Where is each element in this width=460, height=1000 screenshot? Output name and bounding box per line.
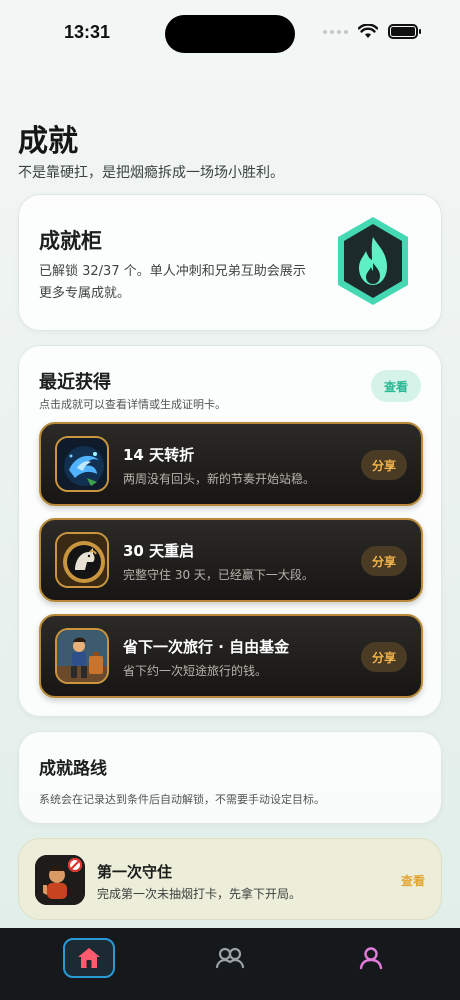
- share-button[interactable]: 分享: [361, 450, 407, 480]
- achievement-title: 30 天重启: [123, 542, 195, 560]
- signal-icon: [323, 29, 348, 34]
- recent-achievements-card: 最近获得 点击成就可以查看详情或生成证明卡。 查看 14 天转折 两周没有回头，…: [18, 345, 442, 717]
- achievement-description: 完整守住 30 天，已经赢下一大段。: [123, 568, 314, 582]
- share-button[interactable]: 分享: [361, 642, 407, 672]
- first-guard-view-button[interactable]: 查看: [401, 872, 425, 889]
- achievement-item-first-guard[interactable]: 第一次守住 完成第一次未抽烟打卡，先拿下开局。 查看: [18, 838, 442, 920]
- achievement-route-card: 成就路线 系统会在记录达到条件后自动解锁，不需要手动设定目标。: [18, 731, 442, 824]
- achievement-item-travel-fund[interactable]: 省下一次旅行 · 自由基金 省下约一次短途旅行的钱。 分享: [39, 614, 423, 698]
- blue-wave-badge-icon: [55, 436, 109, 492]
- tab-profile[interactable]: [345, 938, 397, 978]
- wifi-icon: [358, 24, 378, 38]
- traveler-icon: [55, 628, 109, 684]
- first-guard-description: 完成第一次未抽烟打卡，先拿下开局。: [97, 887, 302, 901]
- page-subtitle: 不是靠硬扛，是把烟瘾拆成一场场小胜利。: [18, 165, 284, 181]
- battery-icon: [388, 24, 421, 39]
- achievement-description: 省下约一次短途旅行的钱。: [123, 664, 268, 678]
- status-icons: [323, 24, 421, 39]
- achievement-title: 14 天转折: [123, 446, 195, 464]
- recent-view-button[interactable]: 查看: [371, 370, 421, 402]
- achievement-cabinet-card[interactable]: 成就柜 已解锁 32/37 个。单人冲刺和兄弟互助会展示更多专属成就。: [18, 194, 442, 331]
- status-bar: 13:31: [0, 0, 460, 64]
- achievement-item-14-days[interactable]: 14 天转折 两周没有回头，新的节奏开始站稳。 分享: [39, 422, 423, 506]
- horse-medal-icon: [55, 532, 109, 588]
- home-icon: [78, 948, 100, 968]
- cabinet-title: 成就柜: [39, 229, 102, 253]
- recent-subtitle: 点击成就可以查看详情或生成证明卡。: [39, 398, 226, 411]
- group-icon: [215, 947, 245, 969]
- cabinet-description: 已解锁 32/37 个。单人冲刺和兄弟互助会展示更多专属成就。: [39, 264, 306, 301]
- no-smoking-character-icon: [35, 855, 85, 905]
- route-title: 成就路线: [39, 759, 107, 779]
- achievement-item-30-days[interactable]: 30 天重启 完整守住 30 天，已经赢下一大段。 分享: [39, 518, 423, 602]
- achievement-description: 两周没有回头，新的节奏开始站稳。: [123, 472, 316, 486]
- first-guard-title: 第一次守住: [97, 863, 173, 881]
- dynamic-island: [165, 15, 295, 53]
- status-time: 13:31: [64, 22, 111, 42]
- tab-friends[interactable]: [204, 938, 256, 978]
- share-button[interactable]: 分享: [361, 546, 407, 576]
- page-title: 成就: [18, 124, 78, 159]
- tab-bar: [0, 928, 460, 1000]
- recent-title: 最近获得: [39, 372, 111, 393]
- route-description: 系统会在记录达到条件后自动解锁，不需要手动设定目标。: [39, 793, 325, 806]
- flame-shield-icon: [338, 217, 408, 305]
- achievement-title: 省下一次旅行 · 自由基金: [123, 638, 290, 656]
- tab-home[interactable]: [63, 938, 115, 978]
- profile-icon: [359, 947, 383, 970]
